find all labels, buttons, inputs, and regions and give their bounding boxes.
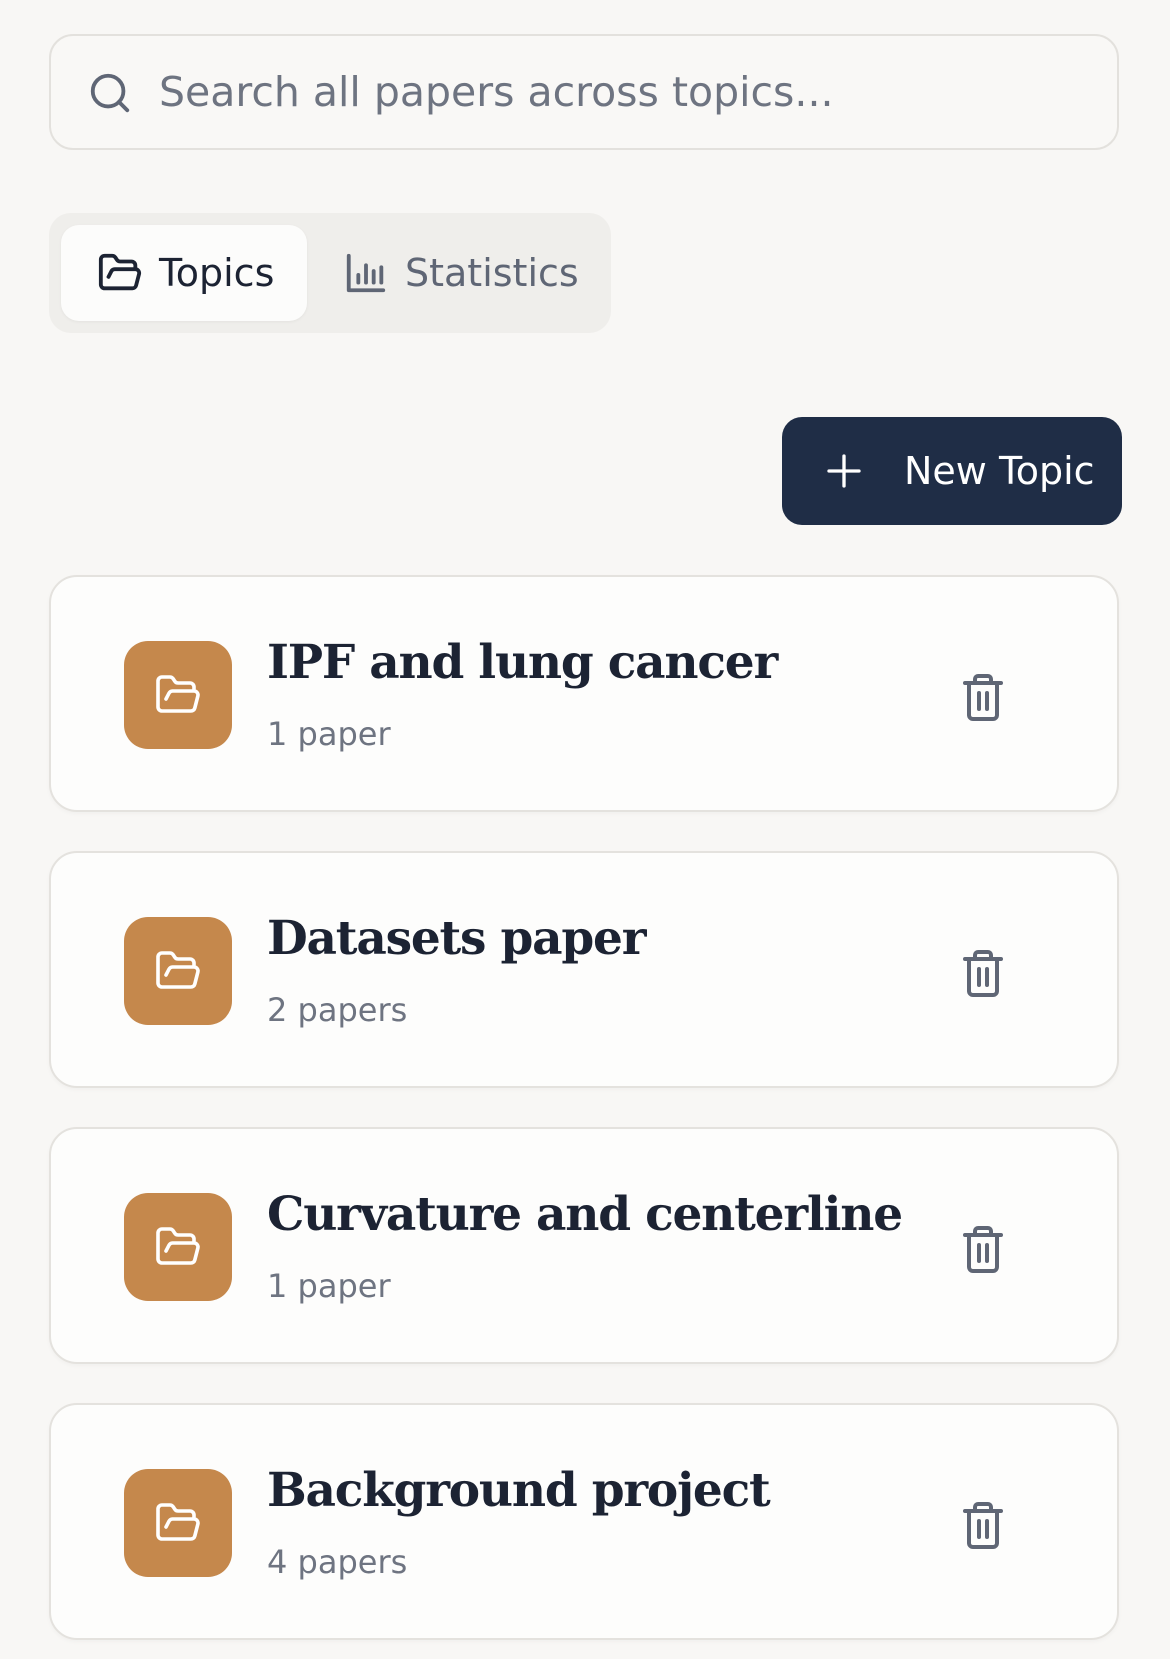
view-tabs: Topics Statistics — [49, 213, 611, 333]
topic-folder-badge — [124, 917, 232, 1025]
delete-topic-button[interactable] — [959, 1499, 1007, 1551]
search-input[interactable] — [159, 36, 1087, 148]
topic-card[interactable]: Background project 4 papers — [49, 1403, 1119, 1640]
topic-card[interactable]: IPF and lung cancer 1 paper — [49, 575, 1119, 812]
folder-open-icon — [156, 675, 200, 713]
topic-card[interactable]: Datasets paper 2 papers — [49, 851, 1119, 1088]
topic-paper-count: 4 papers — [267, 1543, 408, 1581]
folder-open-icon — [156, 951, 200, 989]
new-topic-label: New Topic — [904, 449, 1095, 493]
trash-icon — [963, 674, 1003, 721]
topic-paper-count: 1 paper — [267, 715, 391, 753]
delete-topic-button[interactable] — [959, 947, 1007, 999]
topic-title: Curvature and centerline — [267, 1187, 903, 1242]
tab-topics[interactable]: Topics — [61, 225, 307, 321]
topic-paper-count: 1 paper — [267, 1267, 391, 1305]
folder-open-icon — [156, 1227, 200, 1265]
topic-title: IPF and lung cancer — [267, 635, 778, 690]
tab-topics-label: Topics — [159, 251, 275, 295]
bar-chart-icon — [346, 253, 386, 293]
topic-folder-badge — [124, 641, 232, 749]
trash-icon — [963, 1502, 1003, 1549]
topic-title: Background project — [267, 1463, 771, 1518]
new-topic-button[interactable]: New Topic — [782, 417, 1122, 525]
plus-icon — [827, 454, 861, 488]
search-icon — [90, 73, 130, 113]
trash-icon — [963, 950, 1003, 997]
tab-statistics-label: Statistics — [405, 251, 579, 295]
topic-title: Datasets paper — [267, 911, 647, 966]
topic-folder-badge — [124, 1469, 232, 1577]
tab-statistics[interactable]: Statistics — [329, 225, 599, 321]
search-box[interactable] — [49, 34, 1119, 150]
delete-topic-button[interactable] — [959, 1223, 1007, 1275]
topic-paper-count: 2 papers — [267, 991, 408, 1029]
topic-card[interactable]: Curvature and centerline 1 paper — [49, 1127, 1119, 1364]
topic-folder-badge — [124, 1193, 232, 1301]
delete-topic-button[interactable] — [959, 671, 1007, 723]
folder-open-icon — [156, 1503, 200, 1541]
folder-icon — [98, 253, 142, 291]
trash-icon — [963, 1226, 1003, 1273]
